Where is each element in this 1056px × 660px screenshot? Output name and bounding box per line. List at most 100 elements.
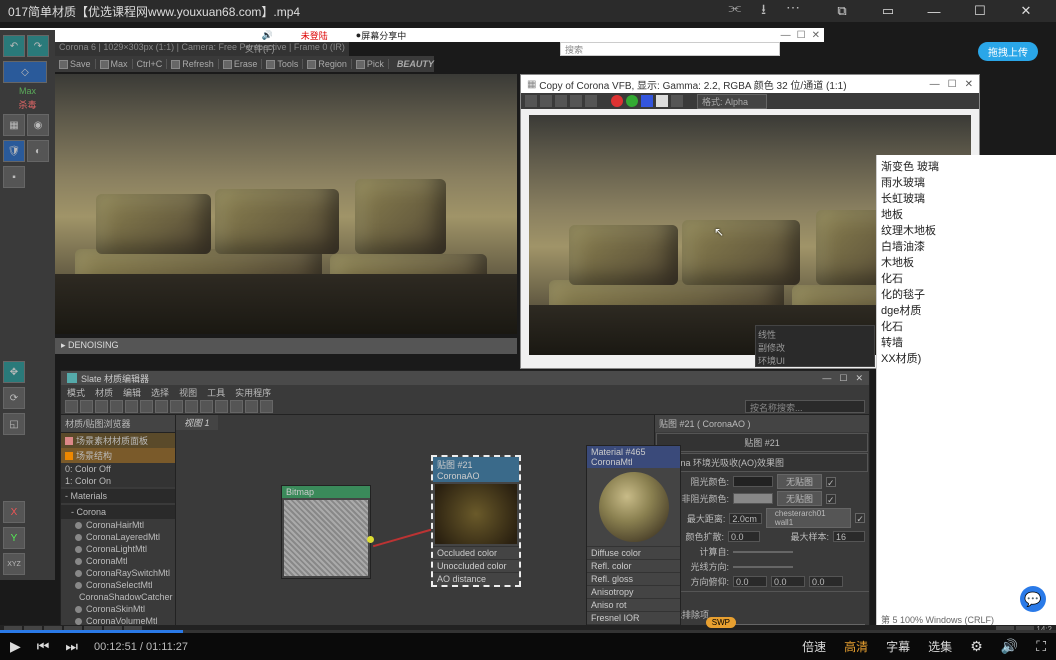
pitch2-input[interactable]: 0.0 [771,576,805,587]
slate-tool-7[interactable] [155,400,168,413]
view-tab[interactable]: 视图 1 [176,415,218,430]
slate-tool-6[interactable] [140,400,153,413]
scene-panel-row[interactable]: 场景素材材质面板 [61,433,175,448]
slate-search[interactable]: 按名称搜索... [745,400,865,413]
mat-item-7[interactable]: CoronaSkinMtl [61,603,175,615]
share-icon[interactable]: ⫘ [728,0,741,23]
vfb-copy-icon[interactable] [540,95,552,107]
vfb-green-icon[interactable] [626,95,638,107]
slate-menu-util[interactable]: 实用程序 [235,386,271,399]
mat-item-4[interactable]: CoronaRaySwitchMtl [61,567,175,579]
vfb-red-icon[interactable] [611,95,623,107]
corona-mtl-node[interactable]: Material #465CoronaMtl Diffuse color Ref… [586,445,681,638]
mat-item-5[interactable]: CoronaSelectMtl [61,579,175,591]
vfb-minimize-icon[interactable]: — [930,79,940,90]
occ-chk[interactable]: ✓ [826,477,836,487]
sec-minimize-icon[interactable]: — [781,30,791,41]
unocc-color-swatch[interactable] [733,493,773,504]
slate-max-icon[interactable]: ☐ [839,373,847,384]
slate-tool-3[interactable] [95,400,108,413]
refresh-button[interactable]: Refresh [167,59,219,69]
login-status[interactable]: 未登陆 [287,28,342,42]
mat-item-0[interactable]: CoronaHairMtl [61,519,175,531]
pitch3-input[interactable]: 0.0 [809,576,843,587]
max-tool-4[interactable]: ▪ [3,166,25,188]
mat-item-1[interactable]: CoronaLayeredMtl [61,531,175,543]
search-box[interactable]: 搜索 [560,42,780,56]
max-button[interactable]: Max [96,59,133,69]
calcfrom-btn[interactable] [733,551,793,553]
spread-input[interactable]: 0.0 [728,531,760,542]
slate-tool-9[interactable] [185,400,198,413]
slate-tool-11[interactable] [215,400,228,413]
pick-button[interactable]: Pick [352,59,389,69]
max-tool-2[interactable]: ◉ [27,114,49,136]
slate-close-icon[interactable]: ✕ [855,373,863,384]
file-menu[interactable]: 文件(F) [245,42,275,55]
slate-menu-view[interactable]: 视图 [179,386,197,399]
corona-header[interactable]: - Corona [61,505,175,519]
max-undo-icon[interactable]: ↶ [3,35,25,57]
slate-tool-13[interactable] [245,400,258,413]
maxdist-name[interactable]: chesterarch01 wall1 [766,508,851,528]
minimize-button[interactable]: — [912,1,956,21]
save-button[interactable]: Save [55,59,96,69]
mat-item-6[interactable]: CoronaShadowCatcher [61,591,175,603]
mini-button[interactable]: ▭ [866,1,910,21]
episodes-button[interactable]: 选集 [928,638,952,655]
unocc-map-btn[interactable]: 无贴图 [777,491,822,506]
vfb-close-icon[interactable]: ✕ [965,79,973,90]
play-button[interactable]: ▶ [10,638,21,655]
max-x-icon[interactable]: X [3,501,25,523]
param-group[interactable]: Corona 环境光吸收(AO)效果图 [656,453,868,472]
max-move-icon[interactable]: ✥ [3,361,25,383]
max-redo-icon[interactable]: ↷ [27,35,49,57]
ctrlc-button[interactable]: Ctrl+C [133,59,168,69]
vfb-clear-icon[interactable] [585,95,597,107]
slate-menu-select[interactable]: 选择 [151,386,169,399]
max-xyz-icon[interactable]: XYZ [3,553,25,575]
subtitle-button[interactable]: 字幕 [886,638,910,655]
close-button[interactable]: ✕ [1004,1,1048,21]
color-off-row[interactable]: 0: Color Off [61,463,175,475]
slate-menu-mat[interactable]: 材质 [95,386,113,399]
mat-item-3[interactable]: CoronaMtl [61,555,175,567]
slate-menu-edit[interactable]: 编辑 [123,386,141,399]
slate-tool-1[interactable] [65,400,78,413]
slate-tool-14[interactable] [260,400,273,413]
max-tool-3[interactable]: ◐ [27,140,49,162]
corona-ao-node[interactable]: 贴图 #21CoronaAO Occluded color Unoccluded… [431,455,521,587]
next-button[interactable]: ⏭ [65,638,78,655]
max-cube-icon[interactable]: ◇ [3,61,47,83]
volume-icon[interactable]: 🔊 [1001,638,1018,655]
scene-row[interactable]: 场景结构 [61,448,175,463]
vfb-mono-icon[interactable] [671,95,683,107]
tools-button[interactable]: Tools [262,59,303,69]
slate-tool-12[interactable] [230,400,243,413]
color-on-row[interactable]: 1: Color On [61,475,175,487]
bitmap-node[interactable]: Bitmap [281,485,371,579]
slate-tool-5[interactable] [125,400,138,413]
samples-input[interactable]: 16 [833,531,865,542]
vfb-maximize-icon[interactable]: ☐ [948,79,957,90]
occ-color-swatch[interactable] [733,476,773,487]
maxdist-input[interactable]: 2.0cm [729,513,762,524]
max-shield-icon[interactable]: 🛡 [3,140,25,162]
vfb-format-select[interactable]: 格式: Alpha [697,94,767,109]
max-scale-icon[interactable]: ◱ [3,413,25,435]
maximize-button[interactable]: ☐ [958,1,1002,21]
slate-menu-mode[interactable]: 模式 [67,386,85,399]
slate-min-icon[interactable]: — [822,373,831,384]
download-icon[interactable]: ⭳ [761,0,766,23]
fullscreen-icon[interactable]: ⛶ [1036,638,1046,655]
pitch1-input[interactable]: 0.0 [733,576,767,587]
quality-button[interactable]: 高清 [844,638,868,655]
speed-button[interactable]: 倍速 [802,638,826,655]
bitmap-out-pin[interactable] [367,536,374,543]
region-button[interactable]: Region [303,59,352,69]
node-canvas[interactable]: 视图 1 Bitmap 贴图 #21CoronaAO Occluded colo… [176,415,654,630]
settings-icon[interactable]: ⚙ [970,638,983,655]
vfb-clone-icon[interactable] [555,95,567,107]
slate-tool-4[interactable] [110,400,123,413]
chat-bubble-icon[interactable]: 💬 [1020,586,1046,612]
